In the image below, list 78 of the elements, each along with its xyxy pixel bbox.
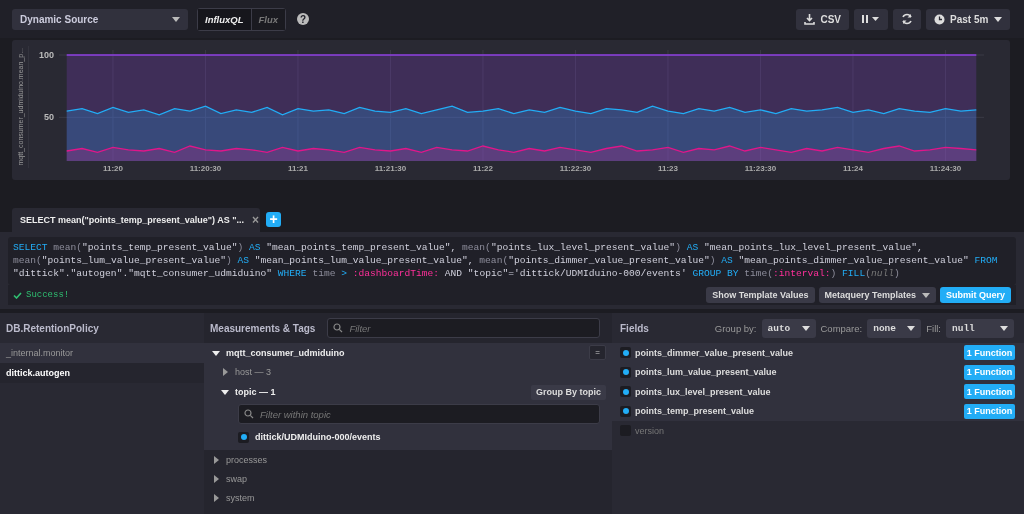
expand-arrow-icon[interactable] bbox=[221, 368, 229, 376]
database-item[interactable]: _internal.monitor bbox=[0, 343, 204, 363]
option-dropdown[interactable]: null bbox=[946, 318, 1014, 338]
expand-arrow-icon[interactable] bbox=[212, 348, 220, 357]
column-title: DB.RetentionPolicy bbox=[6, 322, 99, 334]
caret-icon bbox=[922, 292, 930, 298]
templates-dropdown[interactable]: Metaquery Templates bbox=[818, 287, 936, 303]
pause-button[interactable] bbox=[854, 8, 888, 30]
refresh-button[interactable] bbox=[893, 8, 921, 30]
code-line: "dittick"."autogen"."mqtt_consumer_udmiduino" WHERE time > :dashboardTime: AND "topic"='dittick/UDMIduino-000/events' GROUP BY time(:interval:) FILL(null) bbox=[13, 267, 901, 280]
x-tick-label: 11:20 bbox=[102, 164, 123, 173]
close-icon[interactable]: × bbox=[252, 213, 260, 227]
time-range-dropdown[interactable]: Past 5m bbox=[926, 8, 1010, 30]
field-item[interactable]: points_temp_present_value bbox=[635, 406, 755, 417]
caret-icon bbox=[994, 16, 1002, 22]
option-label: Compare: bbox=[820, 322, 863, 334]
search-icon bbox=[333, 323, 344, 333]
field-item[interactable]: points_lum_value_present_value bbox=[635, 367, 777, 378]
filter-field[interactable]: Filter bbox=[327, 318, 600, 338]
x-tick-label: 11:23:30 bbox=[744, 164, 777, 173]
language-tab[interactable]: Flux bbox=[250, 8, 286, 30]
clock-icon bbox=[934, 13, 945, 25]
measurement-item[interactable]: swap bbox=[226, 473, 247, 484]
code-line: SELECT mean("points_temp_present_value") AS "mean_points_temp_present_value", mean("points_lux_level_present_value") AS "mean_points_lux_level_present_value", bbox=[13, 241, 924, 254]
help-icon[interactable]: ? bbox=[297, 13, 310, 25]
option-label: Group by: bbox=[714, 322, 757, 334]
field-item[interactable]: points_dimmer_value_present_value bbox=[635, 347, 794, 358]
group-by-button[interactable]: Group By topic bbox=[531, 384, 606, 400]
option-dropdown[interactable]: auto bbox=[761, 318, 816, 338]
filter-field[interactable]: Filter within topic bbox=[238, 404, 600, 424]
csv-button[interactable]: CSV bbox=[796, 8, 849, 30]
search-icon bbox=[244, 409, 254, 419]
x-tick-label: 11:23 bbox=[657, 164, 678, 173]
tag-item[interactable]: host — 3 bbox=[235, 367, 272, 377]
group-toggle-button[interactable]: = bbox=[589, 345, 606, 360]
status-message: Success! bbox=[26, 290, 70, 300]
source-dropdown[interactable]: Dynamic Source bbox=[12, 8, 188, 30]
measurement-item[interactable]: system bbox=[226, 492, 255, 503]
refresh-icon bbox=[901, 13, 913, 25]
caret-icon bbox=[1000, 325, 1008, 331]
language-tab[interactable]: InfluxQL bbox=[198, 8, 251, 30]
caret-icon bbox=[172, 16, 180, 22]
download-icon bbox=[804, 13, 816, 25]
code-line: mean("points_lum_value_present_value") AS "mean_points_lum_value_present_value", mean("points_dimmer_value_present_value") AS "mean_points_dimmer_value_present_value" FROM bbox=[13, 254, 999, 267]
database-item[interactable]: dittick.autogen bbox=[0, 363, 204, 383]
option-dropdown[interactable]: none bbox=[867, 318, 922, 338]
expand-arrow-icon[interactable] bbox=[212, 493, 220, 502]
x-tick-label: 11:21 bbox=[287, 164, 308, 173]
checkbox[interactable] bbox=[238, 431, 249, 443]
y-tick-label: 100 bbox=[37, 49, 54, 61]
checkbox[interactable] bbox=[620, 347, 631, 359]
query-tab[interactable]: SELECT mean("points_temp_present_value") AS "... × bbox=[12, 208, 260, 232]
expand-arrow-icon[interactable] bbox=[212, 474, 220, 483]
checkbox[interactable] bbox=[620, 405, 631, 417]
measurement-item[interactable]: mqtt_consumer_udmiduino bbox=[226, 347, 345, 358]
option-label: Fill: bbox=[926, 322, 941, 334]
pause-icon bbox=[862, 15, 880, 23]
expand-arrow-icon[interactable] bbox=[221, 388, 229, 396]
field-item[interactable]: points_lux_level_present_value bbox=[635, 386, 771, 397]
caret-icon bbox=[907, 325, 916, 331]
x-tick-label: 11:22:30 bbox=[559, 164, 592, 173]
x-tick-label: 11:20:30 bbox=[189, 164, 222, 173]
x-tick-label: 11:22 bbox=[472, 164, 493, 173]
caret-icon bbox=[801, 325, 810, 331]
x-tick-label: 11:21:30 bbox=[374, 164, 407, 173]
tag-item[interactable]: topic — 1 bbox=[235, 387, 276, 397]
check-icon bbox=[13, 291, 22, 299]
x-tick-label: 11:24 bbox=[842, 164, 863, 173]
tag-value[interactable]: dittick/UDMIduino-000/events bbox=[255, 432, 381, 442]
checkbox[interactable] bbox=[620, 366, 631, 378]
x-tick-label: 11:24:30 bbox=[929, 164, 962, 173]
y-tick-label: 50 bbox=[43, 111, 54, 124]
measurement-item[interactable]: processes bbox=[226, 454, 268, 465]
expand-arrow-icon[interactable] bbox=[212, 455, 220, 464]
template-values-button[interactable]: Show Template Values bbox=[706, 287, 815, 303]
column-title: Fields bbox=[620, 322, 649, 334]
column-title: Measurements & Tags bbox=[210, 322, 316, 334]
checkbox[interactable] bbox=[620, 386, 631, 398]
